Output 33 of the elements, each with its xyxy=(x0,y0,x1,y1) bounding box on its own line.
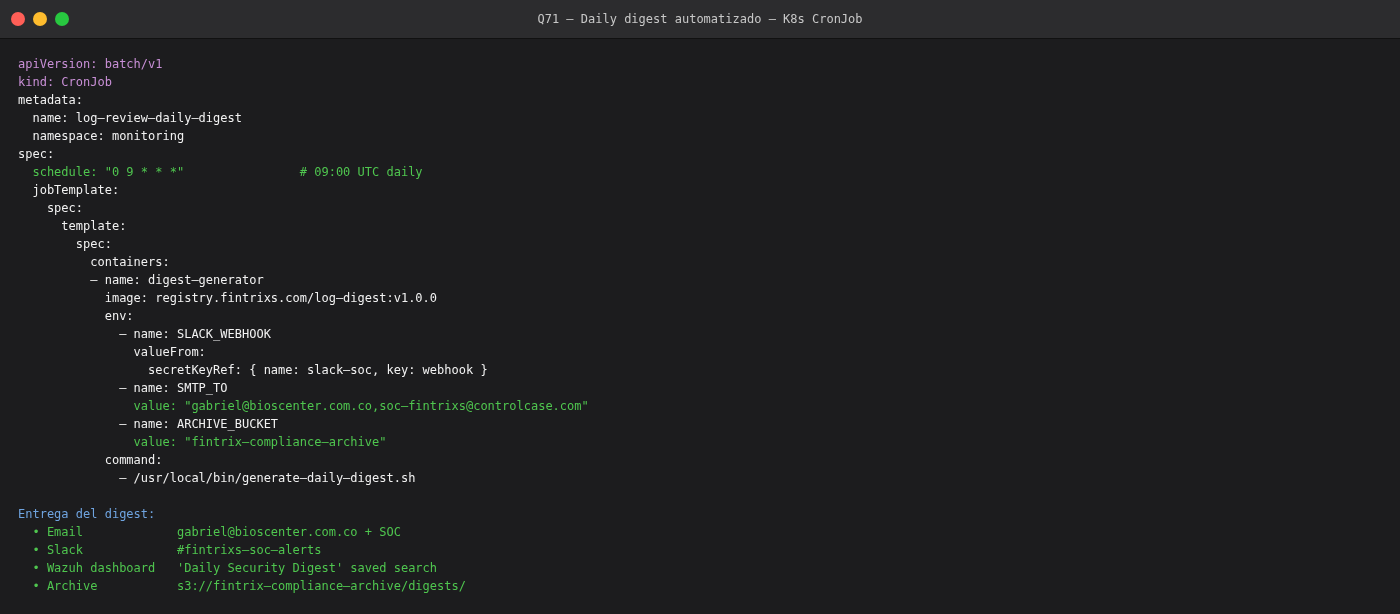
window-title: Q71 — Daily digest automatizado — K8s CronJob xyxy=(537,12,863,26)
code-line: • Email gabriel@bioscenter.com.co + SOC xyxy=(31,525,401,539)
code-line: value: "fintrix—compliance—archive" xyxy=(132,435,387,449)
code-line: metadata: xyxy=(18,93,84,107)
code-line: — name: digest—generator xyxy=(89,273,264,287)
code-line: template: xyxy=(60,219,127,233)
code-line: • Slack #fintrixs—soc—alerts xyxy=(31,543,322,557)
maximize-button[interactable] xyxy=(55,12,69,26)
code-line: jobTemplate: xyxy=(31,183,120,197)
code-line: spec: xyxy=(74,237,112,251)
code-line: valueFrom: xyxy=(132,345,206,359)
code-line: command: xyxy=(103,453,163,467)
code-line: namespace: monitoring xyxy=(31,129,185,143)
code-line: • Wazuh dashboard 'Daily Security Digest' saved search xyxy=(31,561,438,575)
code-line: env: xyxy=(103,309,134,323)
minimize-button[interactable] xyxy=(33,12,47,26)
code-line: spec: xyxy=(18,147,55,161)
code-line: — name: ARCHIVE_BUCKET xyxy=(118,417,279,431)
code-line: containers: xyxy=(89,255,170,269)
code-line: image: registry.fintrixs.com/log—digest:v1.0.0 xyxy=(103,291,438,305)
code-line: value: "gabriel@bioscenter.com.co,soc—fintrixs@controlcase.com" xyxy=(132,399,589,413)
code-line: — name: SLACK_WEBHOOK xyxy=(118,327,271,341)
code-line: — name: SMTP_TO xyxy=(118,381,228,395)
code-line: name: log—review—daily—digest xyxy=(31,111,242,125)
code-line: — /usr/local/bin/generate—daily—digest.sh xyxy=(118,471,416,485)
code-line: • Archive s3://fintrix—compliance—archive/digests/ xyxy=(31,579,466,593)
close-button[interactable] xyxy=(11,12,25,26)
code-line: kind: CronJob xyxy=(18,75,112,89)
code-line: apiVersion: batch/v1 xyxy=(18,57,163,71)
code-line: schedule: "0 9 * * *" # 09:00 UTC daily xyxy=(31,165,423,179)
code-line: spec: xyxy=(45,201,84,215)
code-line: secretKeyRef: { name: slack—soc, key: webhook } xyxy=(147,363,488,377)
section-heading: Entrega del digest: xyxy=(18,507,156,521)
